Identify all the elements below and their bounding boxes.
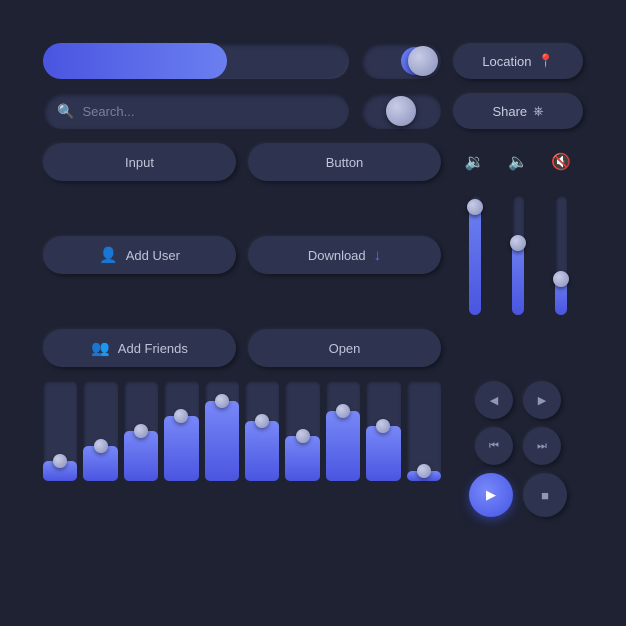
location-label: Location: [482, 54, 531, 69]
row-addfriends-open: 👥 Add Friends Open: [43, 329, 583, 367]
playback-controls-row: ▶ ■: [469, 473, 567, 517]
bar-8[interactable]: [326, 381, 360, 481]
v-slider-thumb-1: [467, 199, 483, 215]
open-button[interactable]: Open: [248, 329, 441, 367]
bar-thumb-9: [376, 419, 390, 433]
add-friends-button[interactable]: 👥 Add Friends: [43, 329, 236, 367]
bar-thumb-1: [53, 454, 67, 468]
share-label: Share: [492, 104, 527, 119]
row-input-button-volume: Input Button 🔉 🔈 🔇: [43, 143, 583, 181]
nav-controls-row: ◀ ▶: [475, 381, 561, 419]
v-slider-thumb-2: [510, 235, 526, 251]
download-label: Download: [308, 248, 366, 263]
bar-9[interactable]: [366, 381, 400, 481]
download-icon: ↓: [374, 247, 382, 264]
prev-button[interactable]: ◀: [475, 381, 513, 419]
add-user-label: Add User: [126, 248, 180, 263]
button-pill[interactable]: Button: [248, 143, 441, 181]
row-bars-controls: ◀ ▶ ⏮ ⏭ ▶ ■: [43, 381, 583, 517]
toggle-knob: [408, 46, 438, 76]
bar-4[interactable]: [164, 381, 198, 481]
bar-thumb-4: [174, 409, 188, 423]
horizontal-slider[interactable]: [361, 93, 441, 129]
toggle-switch[interactable]: [361, 43, 441, 79]
add-friends-icon: 👥: [91, 339, 110, 357]
bar-7[interactable]: [285, 381, 319, 481]
open-label: Open: [329, 341, 361, 356]
bar-thumb-6: [255, 414, 269, 428]
bar-thumb-3: [134, 424, 148, 438]
input-button[interactable]: Input: [43, 143, 236, 181]
vertical-bars-section: [43, 381, 441, 481]
slider-thumb: [386, 96, 416, 126]
bar-3[interactable]: [124, 381, 158, 481]
search-icon: 🔍: [57, 103, 74, 120]
bar-thumb-10: [417, 464, 431, 478]
volume-low-icon[interactable]: 🔈: [508, 152, 528, 172]
volume-high-icon[interactable]: 🔉: [465, 152, 485, 172]
stop-button[interactable]: ■: [523, 473, 567, 517]
share-icon: ⎈: [533, 103, 543, 119]
rewind-button[interactable]: ⏮: [475, 427, 513, 465]
ui-kit-container: Location 📍 🔍 Search... Share ⎈ Input But…: [23, 23, 603, 603]
play-button[interactable]: ▶: [469, 473, 513, 517]
slider-toggle-bar[interactable]: [43, 43, 349, 79]
volume-mute-icon[interactable]: 🔇: [551, 152, 571, 172]
pin-icon: 📍: [537, 53, 553, 69]
location-button[interactable]: Location 📍: [453, 43, 583, 79]
bar-thumb-5: [215, 394, 229, 408]
bar-2[interactable]: [83, 381, 117, 481]
bar-1[interactable]: [43, 381, 77, 481]
media-controls: ◀ ▶ ⏮ ⏭ ▶ ■: [453, 381, 583, 517]
volume-controls: 🔉 🔈 🔇: [453, 152, 583, 172]
fast-forward-button[interactable]: ⏭: [523, 427, 561, 465]
download-button[interactable]: Download ↓: [248, 236, 441, 274]
bar-10[interactable]: [407, 381, 441, 481]
next-button[interactable]: ▶: [523, 381, 561, 419]
input-label: Input: [125, 155, 154, 170]
row-toggle-location: Location 📍: [43, 43, 583, 79]
share-button[interactable]: Share ⎈: [453, 93, 583, 129]
bar-thumb-8: [336, 404, 350, 418]
v-slider-3[interactable]: [555, 195, 567, 315]
v-slider-2[interactable]: [512, 195, 524, 315]
search-placeholder: Search...: [82, 104, 134, 119]
row-search-share: 🔍 Search... Share ⎈: [43, 93, 583, 129]
button-label: Button: [326, 155, 364, 170]
add-friends-label: Add Friends: [118, 341, 188, 356]
add-user-icon: 👤: [99, 246, 118, 264]
seek-controls-row: ⏮ ⏭: [475, 427, 561, 465]
v-slider-thumb-3: [553, 271, 569, 287]
search-bar[interactable]: 🔍 Search...: [43, 93, 349, 129]
bar-6[interactable]: [245, 381, 279, 481]
bar-thumb-2: [94, 439, 108, 453]
add-user-button[interactable]: 👤 Add User: [43, 236, 236, 274]
vertical-sliders-group: [453, 195, 583, 315]
v-slider-1[interactable]: [469, 195, 481, 315]
bar-5[interactable]: [205, 381, 239, 481]
bar-thumb-7: [296, 429, 310, 443]
row-adduser-download-vsliders: 👤 Add User Download ↓: [43, 195, 583, 315]
